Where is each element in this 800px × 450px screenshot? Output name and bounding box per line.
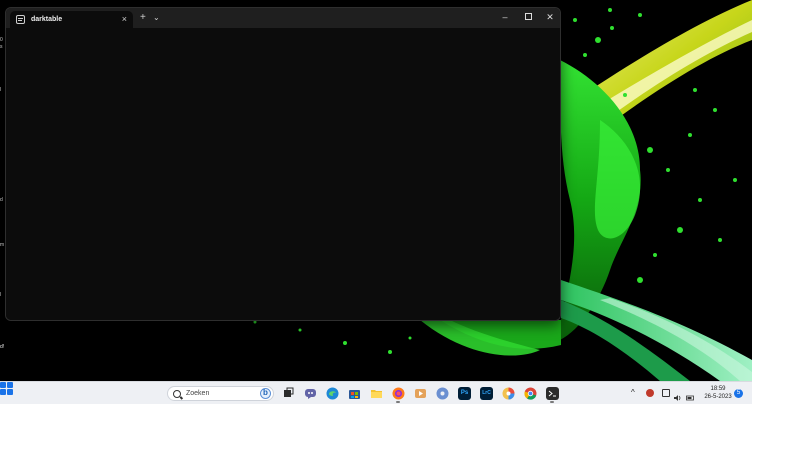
taskbar-search-box[interactable]: Zoeken (167, 386, 274, 401)
bing-icon[interactable] (260, 388, 271, 399)
terminal-content-area[interactable] (6, 28, 560, 320)
desktop-edge-text: d (0, 197, 3, 203)
desktop-edge-text: d! (0, 344, 5, 350)
terminal-window[interactable]: darktable × + ⌄ – ✕ (5, 7, 561, 321)
search-icon (173, 389, 181, 398)
terminal-tab-icon (16, 15, 25, 24)
chrome-icon[interactable] (524, 387, 537, 400)
search-placeholder: Zoeken (186, 390, 210, 397)
windows-start-button[interactable] (0, 382, 13, 395)
edge-browser-icon[interactable] (326, 387, 339, 400)
start-logo-tile (0, 382, 6, 388)
chat-icon[interactable] (304, 387, 317, 400)
task-view-icon[interactable] (282, 387, 295, 400)
tab-darktable[interactable]: darktable × (10, 11, 133, 28)
desktop-edge-text: l (0, 87, 2, 93)
window-titlebar[interactable]: darktable × + ⌄ – ✕ (6, 8, 560, 28)
notification-badge[interactable]: 5 (734, 389, 743, 398)
start-logo-tile (7, 382, 13, 388)
maximize-button[interactable] (521, 12, 535, 22)
clock[interactable]: 18:59 26-5-2023 (700, 385, 736, 401)
show-hidden-icons-chevron-icon[interactable]: ^ (631, 388, 635, 397)
media-player-icon[interactable] (414, 387, 427, 400)
start-logo-tile (0, 389, 6, 395)
battery-icon[interactable] (686, 389, 694, 401)
screen: 0 s l d m l d! darktable × + ⌄ – ✕ Zoeke… (0, 0, 752, 404)
volume-icon[interactable] (674, 389, 682, 401)
photoshop-icon[interactable]: Ps (458, 387, 471, 400)
running-indicator (550, 401, 554, 403)
store-icon[interactable] (348, 387, 361, 400)
clock-time: 18:59 (710, 386, 726, 392)
start-logo-tile (7, 389, 13, 395)
tab-dropdown-chevron-icon[interactable]: ⌄ (153, 14, 160, 22)
security-tray-icon[interactable] (646, 389, 654, 397)
desktop-edge-text: s (0, 44, 3, 50)
firefox-icon[interactable] (392, 387, 405, 400)
maximize-icon (524, 13, 532, 20)
tab-title: darktable (31, 16, 63, 23)
taskbar: Zoeken b Ps LrC ^ 18:59 26-5-2023 5 (0, 381, 752, 404)
color-app-icon[interactable] (502, 387, 515, 400)
desktop-edge-text: m (0, 242, 5, 248)
desktop-edge-text: 0 (0, 37, 3, 43)
desktop-edge-text: l (0, 292, 2, 298)
new-tab-button[interactable]: + (140, 13, 146, 23)
lightroom-classic-icon[interactable]: LrC (480, 387, 493, 400)
minimize-button[interactable]: – (498, 12, 512, 22)
running-indicator (396, 401, 400, 403)
file-explorer-icon[interactable] (370, 387, 383, 400)
disk-app-icon[interactable] (436, 387, 449, 400)
tab-close-icon[interactable]: × (122, 15, 127, 24)
terminal-app-icon[interactable] (546, 387, 559, 400)
display-tray-icon[interactable] (662, 389, 670, 397)
clock-date: 26-5-2023 (704, 394, 732, 400)
close-window-button[interactable]: ✕ (543, 12, 557, 22)
